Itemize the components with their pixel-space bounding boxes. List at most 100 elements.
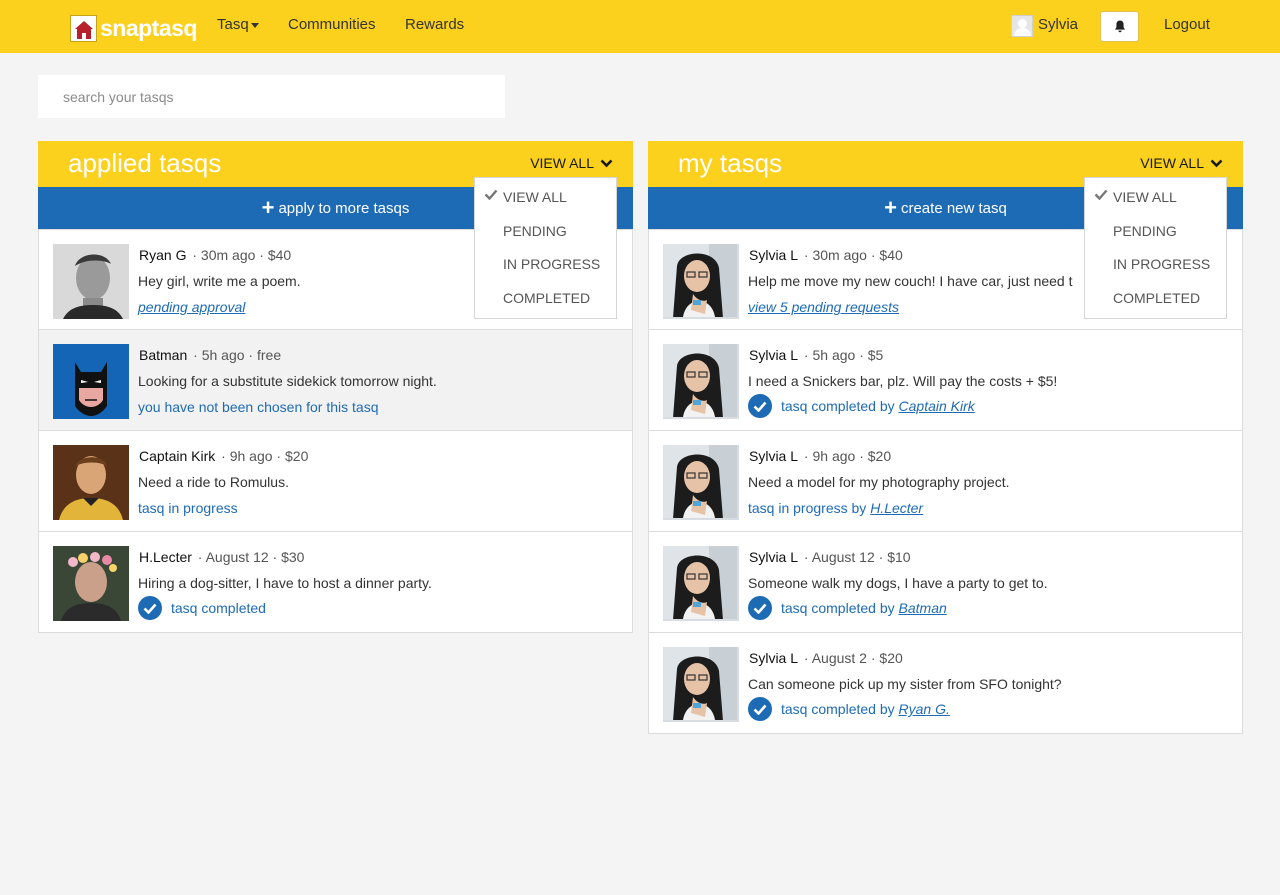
my-tasqs-filter-dropdown: VIEW ALL PENDING IN PROGRESS COMPLETED bbox=[1084, 177, 1227, 319]
tasq-description: I need a Snickers bar, plz. Will pay the… bbox=[748, 373, 1058, 389]
user-avatar-icon[interactable] bbox=[1011, 15, 1033, 37]
tasq-meta: Sylvia L · August 12 · $10 bbox=[749, 549, 911, 565]
tasq-status: tasq completed by Batman bbox=[748, 596, 947, 620]
filter-option-pending[interactable]: PENDING bbox=[1085, 218, 1226, 252]
avatar bbox=[53, 344, 129, 419]
nav-communities[interactable]: Communities bbox=[288, 16, 376, 33]
bell-icon bbox=[1114, 20, 1125, 33]
filter-option-pending[interactable]: PENDING bbox=[475, 218, 616, 252]
filter-option-view-all[interactable]: VIEW ALL bbox=[1085, 184, 1226, 218]
tasq-row[interactable]: H.Lecter · August 12 · $30 Hiring a dog-… bbox=[38, 532, 633, 633]
action-label: create new tasq bbox=[900, 200, 1007, 217]
status-text: tasq completed by bbox=[781, 600, 895, 616]
assignee-link[interactable]: H.Lecter bbox=[870, 500, 923, 516]
avatar bbox=[663, 244, 739, 319]
snaptasq-logo[interactable]: snaptasq bbox=[70, 14, 197, 42]
tasq-price: $5 bbox=[867, 347, 884, 363]
tasq-price: $20 bbox=[285, 448, 309, 464]
assignee-link[interactable]: Captain Kirk bbox=[899, 398, 975, 414]
user-name-link[interactable]: Sylvia bbox=[1038, 16, 1078, 33]
tasq-description: Need a ride to Romulus. bbox=[138, 474, 289, 490]
avatar bbox=[53, 445, 129, 520]
pending-requests-link[interactable]: view 5 pending requests bbox=[748, 299, 899, 315]
checkmark-icon bbox=[1094, 189, 1108, 200]
nav-tasq-dropdown[interactable]: Tasq bbox=[217, 16, 259, 33]
tasq-description: Help me move my new couch! I have car, j… bbox=[748, 273, 1073, 289]
assignee-link[interactable]: Batman bbox=[899, 600, 947, 616]
nav-tasq-label: Tasq bbox=[217, 16, 249, 33]
poster-name[interactable]: Sylvia L bbox=[749, 650, 798, 666]
tasq-status: view 5 pending requests bbox=[748, 299, 899, 315]
plus-icon: + bbox=[261, 195, 275, 220]
tasq-description: Need a model for my photography project. bbox=[748, 474, 1010, 490]
poster-name[interactable]: Sylvia L bbox=[749, 549, 798, 565]
view-all-filter[interactable]: VIEW ALL bbox=[530, 155, 613, 171]
tasq-time: 30m ago bbox=[200, 247, 256, 263]
status-text: tasq in progress by bbox=[748, 500, 867, 516]
tasq-time: 5h ago bbox=[201, 347, 245, 363]
tasq-meta: Sylvia L · August 2 · $20 bbox=[749, 650, 903, 666]
avatar bbox=[53, 244, 129, 319]
notifications-button[interactable] bbox=[1100, 11, 1139, 42]
check-circle-icon bbox=[138, 596, 162, 620]
tasq-time: August 2 bbox=[811, 650, 867, 666]
tasq-price: $40 bbox=[879, 247, 903, 263]
search-input[interactable] bbox=[38, 75, 505, 118]
poster-name[interactable]: Ryan G bbox=[139, 247, 186, 263]
check-circle-icon bbox=[748, 596, 772, 620]
tasq-status: tasq completed by Ryan G. bbox=[748, 697, 950, 721]
logout-link[interactable]: Logout bbox=[1164, 16, 1210, 33]
tasq-meta: Batman · 5h ago · free bbox=[139, 347, 282, 363]
tasq-meta: Sylvia L · 9h ago · $20 bbox=[749, 448, 892, 464]
avatar bbox=[53, 546, 129, 621]
filter-label: VIEW ALL bbox=[530, 155, 594, 171]
filter-option-in-progress[interactable]: IN PROGRESS bbox=[1085, 251, 1226, 285]
tasq-time: August 12 bbox=[811, 549, 875, 565]
tasq-meta: H.Lecter · August 12 · $30 bbox=[139, 549, 305, 565]
action-label: apply to more tasqs bbox=[278, 200, 410, 217]
tasq-description: Looking for a substitute sidekick tomorr… bbox=[138, 373, 437, 389]
tasq-status: tasq in progress bbox=[138, 500, 238, 516]
poster-name[interactable]: H.Lecter bbox=[139, 549, 192, 565]
tasq-row[interactable]: Batman · 5h ago · free Looking for a sub… bbox=[38, 330, 633, 431]
tasq-time: 30m ago bbox=[812, 247, 867, 263]
tasq-price: free bbox=[256, 347, 282, 363]
tasq-row[interactable]: Sylvia L · 9h ago · $20 Need a model for… bbox=[648, 431, 1243, 532]
poster-name[interactable]: Sylvia L bbox=[749, 247, 798, 263]
avatar bbox=[663, 445, 739, 520]
caret-down-icon bbox=[250, 22, 259, 28]
tasq-row[interactable]: Sylvia L · August 12 · $10 Someone walk … bbox=[648, 532, 1243, 633]
option-label: VIEW ALL bbox=[1113, 189, 1177, 205]
poster-name[interactable]: Sylvia L bbox=[749, 448, 798, 464]
filter-option-in-progress[interactable]: IN PROGRESS bbox=[475, 251, 616, 285]
tasq-status: tasq completed by Captain Kirk bbox=[748, 394, 975, 418]
panel-title: applied tasqs bbox=[68, 148, 222, 178]
view-all-filter[interactable]: VIEW ALL bbox=[1140, 155, 1223, 171]
status-text: tasq completed bbox=[171, 600, 266, 616]
poster-name[interactable]: Sylvia L bbox=[749, 347, 798, 363]
tasq-time: August 12 bbox=[205, 549, 269, 565]
check-circle-icon bbox=[748, 697, 772, 721]
tasq-meta: Captain Kirk · 9h ago · $20 bbox=[139, 448, 309, 464]
chevron-down-icon bbox=[600, 159, 613, 167]
plus-icon: + bbox=[884, 195, 897, 220]
check-circle-icon bbox=[748, 394, 772, 418]
tasq-price: $30 bbox=[281, 549, 305, 565]
logo-text: snaptasq bbox=[100, 14, 197, 41]
nav-rewards[interactable]: Rewards bbox=[405, 16, 464, 33]
applied-filter-dropdown: VIEW ALL PENDING IN PROGRESS COMPLETED bbox=[474, 177, 617, 319]
poster-name[interactable]: Batman bbox=[139, 347, 187, 363]
poster-name[interactable]: Captain Kirk bbox=[139, 448, 215, 464]
chevron-down-icon bbox=[1210, 159, 1223, 167]
filter-option-view-all[interactable]: VIEW ALL bbox=[475, 184, 616, 218]
filter-option-completed[interactable]: COMPLETED bbox=[1085, 285, 1226, 319]
tasq-meta: Sylvia L · 5h ago · $5 bbox=[749, 347, 884, 363]
status-text: tasq completed by bbox=[781, 701, 895, 717]
tasq-row[interactable]: Sylvia L · August 2 · $20 Can someone pi… bbox=[648, 633, 1243, 734]
assignee-link[interactable]: Ryan G. bbox=[899, 701, 950, 717]
pending-approval-link[interactable]: pending approval bbox=[138, 299, 245, 315]
tasq-row[interactable]: Sylvia L · 5h ago · $5 I need a Snickers… bbox=[648, 330, 1243, 431]
filter-option-completed[interactable]: COMPLETED bbox=[475, 285, 616, 319]
tasq-price: $10 bbox=[887, 549, 911, 565]
tasq-row[interactable]: Captain Kirk · 9h ago · $20 Need a ride … bbox=[38, 431, 633, 532]
